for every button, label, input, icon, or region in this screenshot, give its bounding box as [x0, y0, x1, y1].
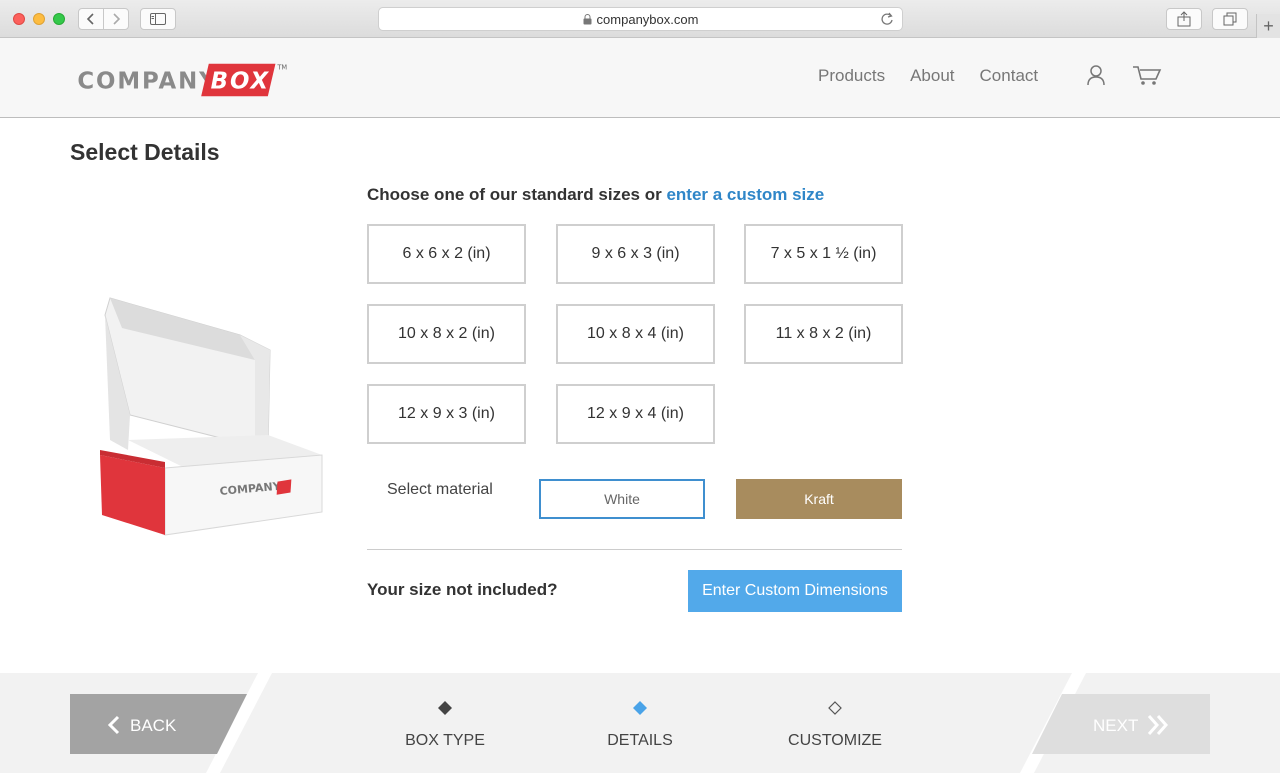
size-option-10x8x2[interactable]: 10 x 8 x 2 (in): [367, 304, 526, 364]
tabs-icon: [1223, 12, 1237, 26]
minimize-window-button[interactable]: [33, 13, 45, 25]
size-option-12x9x4[interactable]: 12 x 9 x 4 (in): [556, 384, 715, 444]
step-details[interactable]: DETAILS: [565, 701, 715, 750]
browser-back-button[interactable]: [78, 8, 104, 30]
wizard-footer: BACK BOX TYPE DETAILS CUSTOMIZE NEXT: [0, 673, 1280, 773]
next-button[interactable]: NEXT: [1032, 694, 1210, 754]
size-prompt-text: Choose one of our standard sizes or: [367, 185, 667, 204]
account-icon[interactable]: [1086, 64, 1106, 86]
custom-size-link[interactable]: enter a custom size: [666, 185, 824, 204]
size-option-7x5x1-5[interactable]: 7 x 5 x 1 ½ (in): [744, 224, 903, 284]
main-nav: Products About Contact: [818, 66, 1063, 86]
reload-icon[interactable]: [880, 12, 894, 26]
size-option-10x8x4[interactable]: 10 x 8 x 4 (in): [556, 304, 715, 364]
companybox-logo[interactable]: COMPANY BOX TM: [72, 60, 297, 100]
box-illustration: COMPANY: [100, 297, 323, 536]
back-button[interactable]: BACK: [70, 694, 248, 754]
sidebar-toggle-button[interactable]: [140, 8, 176, 30]
material-white-button[interactable]: White: [539, 479, 705, 519]
double-chevron-right-icon: [1147, 715, 1169, 735]
browser-forward-button[interactable]: [103, 8, 129, 30]
nav-contact[interactable]: Contact: [980, 66, 1039, 86]
chevron-right-icon: [113, 13, 121, 25]
sidebar-icon: [150, 13, 166, 25]
logo-word-box: BOX: [211, 69, 270, 95]
size-option-12x9x3[interactable]: 12 x 9 x 3 (in): [367, 384, 526, 444]
size-option-11x8x2[interactable]: 11 x 8 x 2 (in): [744, 304, 903, 364]
step-label-box-type: BOX TYPE: [405, 732, 485, 749]
next-label: NEXT: [1093, 716, 1139, 735]
step-box-type[interactable]: BOX TYPE: [370, 701, 520, 750]
logo-word-company: COMPANY: [77, 69, 217, 95]
material-label: Select material: [387, 481, 493, 498]
section-divider: [367, 549, 902, 550]
page-title: Select Details: [70, 139, 220, 165]
lock-icon: [583, 13, 592, 24]
step-customize[interactable]: CUSTOMIZE: [760, 701, 910, 750]
step-label-customize: CUSTOMIZE: [788, 732, 882, 749]
step-diamond-active-icon: [633, 701, 647, 715]
enter-custom-dimensions-button[interactable]: Enter Custom Dimensions: [688, 570, 902, 612]
zoom-window-button[interactable]: [53, 13, 65, 25]
custom-size-question: Your size not included?: [367, 580, 558, 599]
back-label: BACK: [130, 716, 177, 735]
size-option-6x6x2[interactable]: 6 x 6 x 2 (in): [367, 224, 526, 284]
site-header: COMPANY BOX TM Products About Contact: [0, 38, 1280, 118]
chevron-left-icon: [86, 13, 94, 25]
address-bar[interactable]: companybox.com: [378, 7, 903, 31]
size-option-9x6x3[interactable]: 9 x 6 x 3 (in): [556, 224, 715, 284]
url-text: companybox.com: [596, 11, 699, 27]
step-diamond-done-icon: [438, 701, 452, 715]
share-button[interactable]: [1166, 8, 1202, 30]
step-label-details: DETAILS: [607, 732, 673, 749]
close-window-button[interactable]: [13, 13, 25, 25]
step-diamond-pending-icon: [828, 701, 842, 715]
nav-products[interactable]: Products: [818, 66, 885, 86]
material-kraft-button[interactable]: Kraft: [736, 479, 902, 519]
nav-about[interactable]: About: [910, 66, 954, 86]
share-icon: [1177, 11, 1191, 27]
tab-overview-button[interactable]: [1212, 8, 1248, 30]
new-tab-button[interactable]: +: [1256, 14, 1280, 38]
logo-trademark: TM: [276, 64, 287, 72]
chevron-left-icon: [107, 715, 120, 735]
browser-toolbar: companybox.com +: [0, 0, 1280, 38]
size-prompt: Choose one of our standard sizes or ente…: [367, 185, 824, 205]
cart-icon[interactable]: [1132, 64, 1162, 86]
